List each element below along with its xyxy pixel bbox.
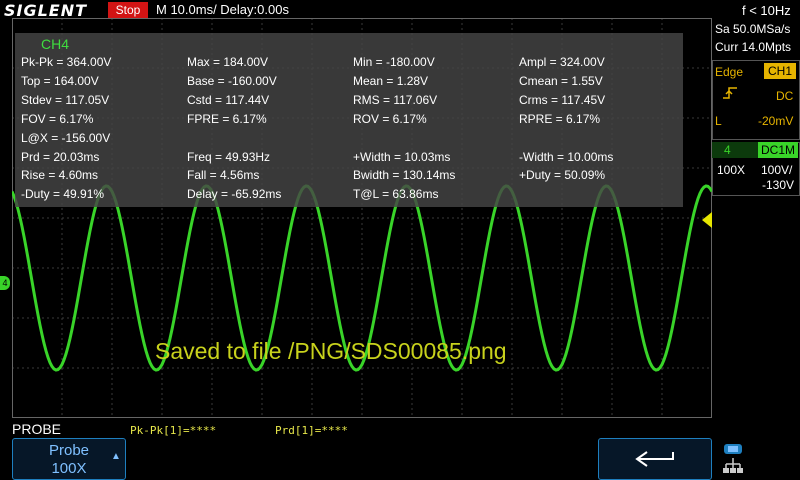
return-button[interactable] [598,438,712,480]
measurement-value: RPRE = 6.17% [519,111,601,126]
measurement-value: -Duty = 49.91% [21,187,105,202]
run-stop-indicator[interactable]: Stop [108,2,148,18]
right-info-panel: f < 10Hz Sa 50.0MSa/s Curr 14.0Mpts Edge… [712,0,800,480]
channel-coupling: DC1M [758,142,799,158]
measurement-value: Stdev = 117.05V [21,92,110,107]
measurement-value: +Duty = 50.09% [519,168,606,183]
measurement-value: Rise = 4.60ms [21,168,99,183]
measurement-value: +Width = 10.03ms [353,149,451,164]
measurement-value: Fall = 4.56ms [187,168,260,183]
trigger-coupling: DC [776,89,794,103]
network-icon [723,444,743,473]
measurement-value: Max = 184.00V [187,55,269,69]
measurement-value: Delay = -65.92ms [187,187,282,202]
measurement-value: Cmean = 1.55V [519,73,603,88]
measurement-value: Min = -180.00V [353,55,435,69]
measurement-value: FPRE = 6.17% [187,111,267,126]
top-bar: SIGLENT Stop M 10.0ms/ Delay:0.00s [0,0,710,20]
measurement-value: T@L = 63.86ms [353,187,439,202]
measurement-value: Ampl = 324.00V [519,55,605,69]
measurement-value: Freq = 49.93Hz [187,149,271,164]
probe-button-label: Probe [48,442,90,459]
probe-button[interactable]: Probe 100X ▲ [12,438,126,480]
trigger-source: CH1 [764,63,797,79]
measurement-value: Pk-Pk = 364.00V [21,55,112,69]
trigger-level-marker[interactable] [702,212,712,228]
pkpk-statistic: Pk-Pk[1]=**** [130,424,217,437]
trigger-level-label: L [715,114,722,128]
frequency-counter: f < 10Hz [742,3,791,18]
channel-scale: 100V/ [761,163,793,177]
measurement-value: Prd = 20.03ms [21,149,100,164]
measurement-value: -Width = 10.00ms [519,149,614,164]
sample-rate: Sa 50.0MSa/s [715,22,791,36]
measurement-value: Top = 164.00V [21,73,99,88]
probe-button-value: 100X [51,460,87,477]
timebase-readout[interactable]: M 10.0ms/ Delay:0.00s [156,2,289,17]
measurement-value: ROV = 6.17% [353,111,427,126]
measurement-value: FOV = 6.17% [21,111,94,126]
ch4-offset-marker[interactable]: 4 [0,276,10,290]
measurement-value: Bwidth = 130.14ms [353,168,456,183]
return-arrow-icon [635,451,674,467]
measurement-value: Cstd = 117.44V [187,92,270,107]
measurement-value: RMS = 117.06V [353,92,438,107]
channel-offset: -130V [762,178,795,192]
trigger-level: -20mV [758,114,794,128]
trigger-type: Edge [715,65,744,79]
measurement-value: Mean = 1.28V [353,73,429,88]
measurement-channel: CH4 [41,36,70,52]
chevron-up-icon: ▲ [111,451,121,462]
period-statistic: Prd[1]=**** [275,424,348,437]
rising-edge-icon [723,87,737,99]
measurement-value: Crms = 117.45V [519,92,606,107]
memory-depth: Curr 14.0Mpts [715,40,792,54]
measurement-value: Base = -160.00V [187,73,277,88]
measurement-panel: CH4 Pk-Pk = 364.00V Max = 184.00V Min = -1… [15,33,683,207]
menu-title: PROBE [12,421,62,437]
channel-probe: 100X [717,163,746,177]
channel-number: 4 [724,143,731,157]
measurement-value: L@X = -156.00V [21,130,111,145]
save-message: Saved to file /PNG/SDS00085.png [155,338,507,364]
